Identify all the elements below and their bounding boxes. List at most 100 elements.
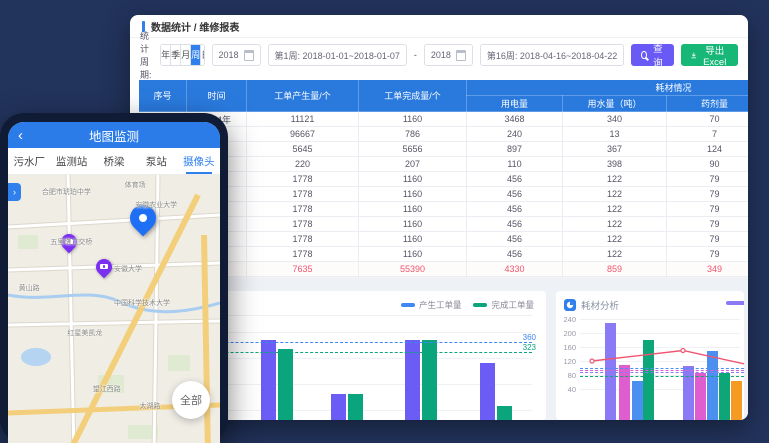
consumable-bar[interactable] bbox=[619, 365, 630, 420]
show-all-button[interactable]: 全部 bbox=[172, 381, 210, 419]
column-header: 工单产生量/个 bbox=[247, 80, 359, 112]
table-cell: 5645 bbox=[247, 142, 359, 157]
sub-column-header: 药剂量 bbox=[667, 96, 749, 112]
table-row[interactable]: 合计7635553904330859349330 bbox=[139, 262, 749, 277]
workorder-chart-legend: 产生工单量完成工单量 bbox=[401, 299, 534, 311]
bar-completed[interactable] bbox=[497, 406, 512, 420]
gridline bbox=[580, 319, 740, 320]
consumable-bar[interactable] bbox=[643, 340, 654, 420]
phone-tab-泵站[interactable]: 泵站 bbox=[135, 148, 177, 174]
end-year-value: 2018 bbox=[431, 50, 451, 60]
table-cell: 349 bbox=[667, 262, 749, 277]
table-cell: 1160 bbox=[359, 172, 467, 187]
table-row[interactable]: 10177811604561227967 bbox=[139, 247, 749, 262]
bar-completed[interactable] bbox=[278, 349, 293, 420]
period-option-月[interactable]: 月 bbox=[180, 45, 190, 65]
table-cell: 110 bbox=[467, 157, 563, 172]
camera-pin[interactable] bbox=[95, 258, 113, 280]
table-cell: 367 bbox=[563, 142, 667, 157]
table-row[interactable]: 296667786240137690 bbox=[139, 127, 749, 142]
map-label: 中国科学技术大学 bbox=[114, 298, 170, 308]
table-row[interactable]: 12014年1112111603468340702500 bbox=[139, 112, 749, 127]
table-cell: 456 bbox=[467, 172, 563, 187]
table-cell: 398 bbox=[563, 157, 667, 172]
table-cell: 5656 bbox=[359, 142, 467, 157]
legend-item[interactable]: 产生工单量 bbox=[401, 299, 462, 311]
period-option-季[interactable]: 季 bbox=[170, 45, 180, 65]
reference-line bbox=[580, 372, 744, 373]
table-cell: 859 bbox=[563, 262, 667, 277]
bar-produced[interactable] bbox=[331, 394, 346, 420]
download-icon bbox=[691, 51, 697, 60]
table-cell: 456 bbox=[467, 247, 563, 262]
start-year-value: 2018 bbox=[219, 50, 239, 60]
consumable-bar[interactable] bbox=[695, 373, 706, 420]
table-cell: 220 bbox=[247, 157, 359, 172]
map-label: 合肥市琥珀中学 bbox=[42, 187, 91, 197]
table-row[interactable]: 5177811604561227967 bbox=[139, 172, 749, 187]
table-cell: 1778 bbox=[247, 187, 359, 202]
start-year-select[interactable]: 2018 bbox=[212, 44, 261, 66]
table-row[interactable]: 6177811604561227967 bbox=[139, 187, 749, 202]
query-button[interactable]: 查询 bbox=[631, 44, 674, 66]
period-option-日[interactable]: 日 bbox=[200, 45, 204, 65]
column-header: 时间 bbox=[187, 80, 247, 112]
consumable-bar[interactable] bbox=[707, 351, 718, 421]
map-park-patch bbox=[18, 235, 38, 249]
table-cell: 1778 bbox=[247, 202, 359, 217]
report-table: 序号时间工单产生量/个工单完成量/个耗材情况用电量用水量（吨）药剂量水量 120… bbox=[138, 79, 748, 292]
table-cell: 207 bbox=[359, 157, 467, 172]
consumable-bar[interactable] bbox=[719, 373, 730, 420]
table-cell: 122 bbox=[563, 232, 667, 247]
phone-tab-摄像头[interactable]: 摄像头 bbox=[178, 148, 220, 174]
consumable-bar[interactable] bbox=[731, 381, 742, 420]
period-option-年[interactable]: 年 bbox=[161, 45, 170, 65]
table-cell: 1160 bbox=[359, 232, 467, 247]
consumable-bar[interactable] bbox=[632, 381, 643, 420]
sub-column-header: 用水量（吨） bbox=[563, 96, 667, 112]
end-week-input[interactable]: 第16周: 2018-04-16~2018-04-22 bbox=[480, 44, 624, 66]
table-row[interactable]: 42202071103989019 bbox=[139, 157, 749, 172]
y-axis-tick: 40 bbox=[560, 385, 576, 394]
table-cell: 79 bbox=[667, 187, 749, 202]
consumable-bar[interactable] bbox=[683, 366, 694, 420]
table-cell: 1778 bbox=[247, 172, 359, 187]
phone-tab-污水厂[interactable]: 污水厂 bbox=[8, 148, 50, 174]
table-row[interactable]: 8177811604561227967 bbox=[139, 217, 749, 232]
table-row[interactable]: 9177811604561227967 bbox=[139, 232, 749, 247]
export-excel-button[interactable]: 导出Excel bbox=[681, 44, 738, 66]
map-expand-button[interactable]: › bbox=[8, 183, 21, 201]
table-cell: 456 bbox=[467, 232, 563, 247]
phone-tab-监测站[interactable]: 监测站 bbox=[50, 148, 92, 174]
table-cell: 7635 bbox=[247, 262, 359, 277]
table-cell: 1160 bbox=[359, 247, 467, 262]
phone-mockup: ‹ 地图监测 污水厂监测站桥梁泵站摄像头 bbox=[0, 113, 228, 443]
y-axis-tick: 160 bbox=[560, 343, 576, 352]
table-cell: 11121 bbox=[247, 112, 359, 127]
bar-produced[interactable] bbox=[480, 363, 495, 420]
back-icon[interactable]: ‹ bbox=[18, 128, 23, 143]
table-cell: 3468 bbox=[467, 112, 563, 127]
phone-tab-桥梁[interactable]: 桥梁 bbox=[93, 148, 135, 174]
map-label: 安徽农业大学 bbox=[135, 200, 177, 210]
bar-completed[interactable] bbox=[348, 394, 363, 420]
table-row[interactable]: 7177811604561227967 bbox=[139, 202, 749, 217]
breadcrumb-text: 数据统计 / 维修报表 bbox=[151, 19, 239, 34]
end-year-select[interactable]: 2018 bbox=[424, 44, 473, 66]
table-cell: 79 bbox=[667, 202, 749, 217]
table-cell: 96667 bbox=[247, 127, 359, 142]
y-axis-tick: 120 bbox=[560, 357, 576, 366]
calendar-icon bbox=[456, 50, 466, 61]
map-view[interactable]: › 全部 合肥市琥珀中学体育场安徽农业大学五里墩立交桥安徽大学中国科学技术大学黄… bbox=[8, 175, 220, 443]
period-option-周[interactable]: 周 bbox=[190, 45, 200, 65]
start-week-input[interactable]: 第1周: 2018-01-01~2018-01-07 bbox=[268, 44, 407, 66]
y-axis-tick: 200 bbox=[560, 329, 576, 338]
range-separator: - bbox=[414, 50, 417, 60]
table-row[interactable]: 356455656897367124129 bbox=[139, 142, 749, 157]
table-cell: 1160 bbox=[359, 217, 467, 232]
reference-line bbox=[580, 370, 744, 371]
period-segmented-control: 年季月周日 bbox=[160, 44, 204, 66]
legend-swatch bbox=[401, 303, 415, 307]
legend-item[interactable]: 完成工单量 bbox=[473, 299, 534, 311]
gridline bbox=[580, 347, 740, 348]
